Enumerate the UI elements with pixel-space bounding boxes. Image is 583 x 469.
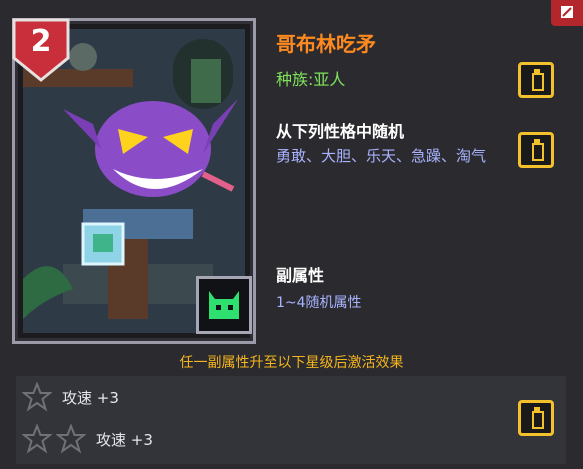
star-effect-row: 攻速 +3: [22, 424, 153, 454]
star-effects-panel: 攻速 +3 攻速 +3: [16, 376, 566, 464]
star-effect-row: 攻速 +3: [22, 382, 119, 412]
character-name: 哥布林吃矛: [276, 32, 376, 56]
slime-face-icon: [209, 291, 239, 319]
character-detail-panel: 2 哥布林吃矛 种族:亚人 从下列性格中随机 勇敢、大胆、乐天、急躁、淘气 副属…: [0, 0, 583, 469]
star-outline-icon: [22, 382, 52, 412]
activation-note: 任一副属性升至以下星级后激活效果: [179, 355, 404, 371]
sub-attribute-title: 副属性: [276, 266, 325, 285]
star-effect-label: 攻速 +3: [96, 430, 153, 449]
edit-icon: [561, 6, 573, 18]
copy-race-button[interactable]: [518, 62, 554, 98]
level-badge: 2: [12, 18, 70, 82]
sub-attribute-desc: 1~4随机属性: [276, 295, 362, 311]
star-outline-icon: [56, 424, 86, 454]
element-badge: [196, 276, 252, 334]
trait-title: 从下列性格中随机: [276, 122, 405, 141]
edit-tab[interactable]: [551, 0, 583, 26]
star-effect-label: 攻速 +3: [62, 388, 119, 407]
copy-trait-button[interactable]: [518, 132, 554, 168]
level-number: 2: [30, 24, 52, 59]
copy-star-effect-button[interactable]: [518, 400, 554, 436]
trait-list: 勇敢、大胆、乐天、急躁、淘气: [276, 147, 487, 165]
character-race: 种族:亚人: [276, 70, 346, 89]
star-outline-icon: [22, 424, 52, 454]
